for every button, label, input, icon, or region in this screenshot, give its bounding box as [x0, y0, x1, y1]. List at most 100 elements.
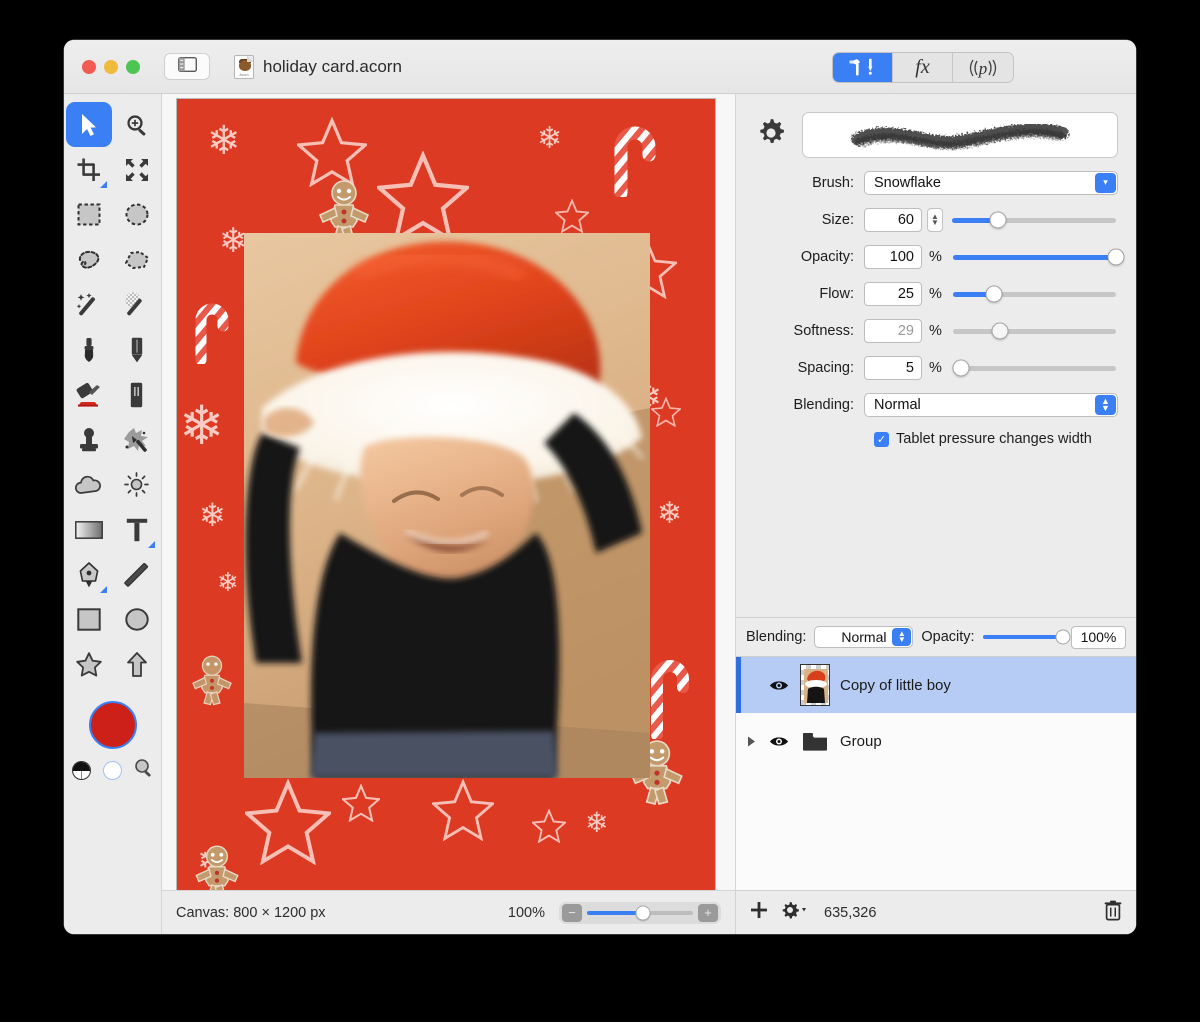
zoom-slider-track[interactable]	[587, 905, 693, 920]
eye-icon[interactable]	[768, 735, 790, 748]
tab-presets[interactable]: p	[953, 53, 1013, 82]
size-stepper[interactable]: ▲ ▼	[927, 208, 943, 232]
layer-row-copy-of-little-boy[interactable]: Copy of little boy	[736, 657, 1136, 713]
clone-stamp-tool[interactable]	[66, 417, 112, 462]
rectangle-shape-tool[interactable]	[66, 597, 112, 642]
crop-tool[interactable]	[66, 147, 112, 192]
snowflake-decoration: ❄	[657, 497, 683, 530]
tab-tools[interactable]	[833, 53, 893, 82]
blending-select-value: Normal	[874, 397, 921, 413]
minus-magnifier-icon[interactable]: −	[562, 903, 582, 922]
document-title-area[interactable]: Acorn holiday card.acorn	[234, 54, 402, 79]
bezier-tool[interactable]	[66, 552, 112, 597]
rectangle-icon	[76, 608, 101, 631]
softness-input[interactable]: 29	[864, 319, 922, 343]
tablet-pressure-row[interactable]: ✓ Tablet pressure changes width	[754, 431, 1118, 447]
blur-tool[interactable]	[66, 462, 112, 507]
polygon-lasso-tool[interactable]	[114, 237, 160, 282]
rectangular-select-tool[interactable]	[66, 192, 112, 237]
line-tool[interactable]	[114, 552, 160, 597]
zoom-slider-control[interactable]: − +	[559, 901, 721, 924]
snowflake-decoration: ❄	[585, 807, 609, 838]
title-bar: Acorn holiday card.acorn fx p	[64, 40, 1136, 94]
instant-alpha-tool[interactable]	[114, 282, 160, 327]
opacity-label: Opacity:	[800, 249, 854, 265]
size-slider[interactable]	[952, 211, 1116, 229]
tab-filters[interactable]: fx	[893, 53, 953, 82]
gradient-icon	[74, 520, 103, 539]
eraser-tool[interactable]	[114, 372, 160, 417]
lasso-tool[interactable]	[66, 237, 112, 282]
zoom-button[interactable]	[126, 59, 140, 74]
ellipse-shape-tool[interactable]	[114, 597, 160, 642]
spacing-row: Spacing: 5 %	[754, 356, 1118, 380]
tool-palette	[64, 94, 162, 934]
snowflake-decoration: ❄	[207, 119, 241, 163]
gear-dropdown-icon[interactable]	[781, 901, 807, 924]
text-tool[interactable]	[114, 507, 160, 552]
layer-opacity-value[interactable]: 100%	[1070, 625, 1126, 649]
star-decoration	[432, 779, 494, 841]
white-swatch[interactable]	[102, 761, 122, 780]
magnifier-icon[interactable]	[134, 758, 154, 783]
black-white-swatch[interactable]	[71, 761, 91, 780]
plus-icon[interactable]	[750, 901, 768, 924]
magic-wand-tool[interactable]	[66, 282, 112, 327]
opacity-input[interactable]: 100	[864, 245, 922, 269]
flow-slider[interactable]	[953, 285, 1116, 303]
foreground-color-swatch[interactable]	[88, 701, 137, 749]
gingerbread-man-decoration	[192, 844, 242, 890]
layer-blending-select[interactable]: Normal ▲ ▼	[814, 626, 914, 648]
star-decoration	[245, 779, 331, 865]
size-input[interactable]: 60	[864, 208, 922, 232]
brush-select[interactable]: Snowflake ▾	[864, 171, 1118, 195]
dashed-rectangle-icon	[77, 203, 101, 226]
move-tool[interactable]	[65, 102, 112, 147]
blending-select[interactable]: Normal ▲ ▼	[864, 393, 1118, 417]
tablet-pressure-checkbox[interactable]: ✓	[874, 431, 889, 447]
zoom-tool[interactable]	[114, 102, 160, 147]
star-decoration	[555, 199, 589, 233]
arrow-shape-tool[interactable]	[114, 642, 160, 687]
spacing-unit: %	[929, 360, 942, 376]
minimize-button[interactable]	[104, 59, 118, 74]
transform-tool[interactable]	[114, 147, 160, 192]
document-canvas[interactable]: ❄ ❄ ❄ ❄ ❄ ❄ ❄ ❄ ❄ ❄	[176, 98, 716, 890]
softness-slider[interactable]	[953, 322, 1116, 340]
brush-select-value: Snowflake	[874, 175, 941, 191]
inspector-tab-group: fx p	[832, 52, 1014, 83]
sidebar-toggle-button[interactable]	[164, 53, 210, 80]
opacity-slider[interactable]	[953, 248, 1125, 266]
dodge-tool[interactable]	[114, 462, 160, 507]
flow-input[interactable]: 25	[864, 282, 922, 306]
canvas-scroll-area[interactable]: ❄ ❄ ❄ ❄ ❄ ❄ ❄ ❄ ❄ ❄	[162, 94, 736, 890]
snowflake-decoration: ❄	[179, 396, 225, 456]
brush-stroke-preview[interactable]	[802, 112, 1118, 158]
app-window: Acorn holiday card.acorn fx p ❄ ❄ ❄ ❄ ❄ …	[64, 40, 1136, 934]
close-button[interactable]	[82, 59, 96, 74]
brush-tool[interactable]	[66, 327, 112, 372]
smudge-tool[interactable]	[114, 417, 160, 462]
softness-unit: %	[929, 323, 942, 339]
layer-row-group[interactable]: Group	[736, 713, 1136, 769]
instant-alpha-wand-icon	[124, 292, 150, 317]
elliptical-select-tool[interactable]	[114, 192, 160, 237]
plus-magnifier-icon[interactable]: +	[698, 903, 718, 922]
spacing-input[interactable]: 5	[864, 356, 922, 380]
text-t-icon	[126, 518, 148, 542]
pencil-tool[interactable]	[114, 327, 160, 372]
trash-icon[interactable]	[1104, 900, 1122, 926]
star-icon	[75, 652, 102, 677]
photo-layer[interactable]	[244, 233, 650, 778]
spacing-slider[interactable]	[952, 359, 1116, 377]
star-shape-tool[interactable]	[66, 642, 112, 687]
gear-icon[interactable]	[754, 116, 788, 155]
disclosure-triangle-icon[interactable]	[744, 736, 758, 747]
magnifier-plus-icon	[125, 113, 149, 137]
paint-bucket-tool[interactable]	[66, 372, 112, 417]
pencil-icon	[131, 337, 143, 363]
eye-icon[interactable]	[768, 679, 790, 692]
gradient-tool[interactable]	[66, 507, 112, 552]
layers-list[interactable]: Copy of little boy Group	[736, 657, 1136, 890]
layer-opacity-slider[interactable]	[982, 629, 1071, 645]
